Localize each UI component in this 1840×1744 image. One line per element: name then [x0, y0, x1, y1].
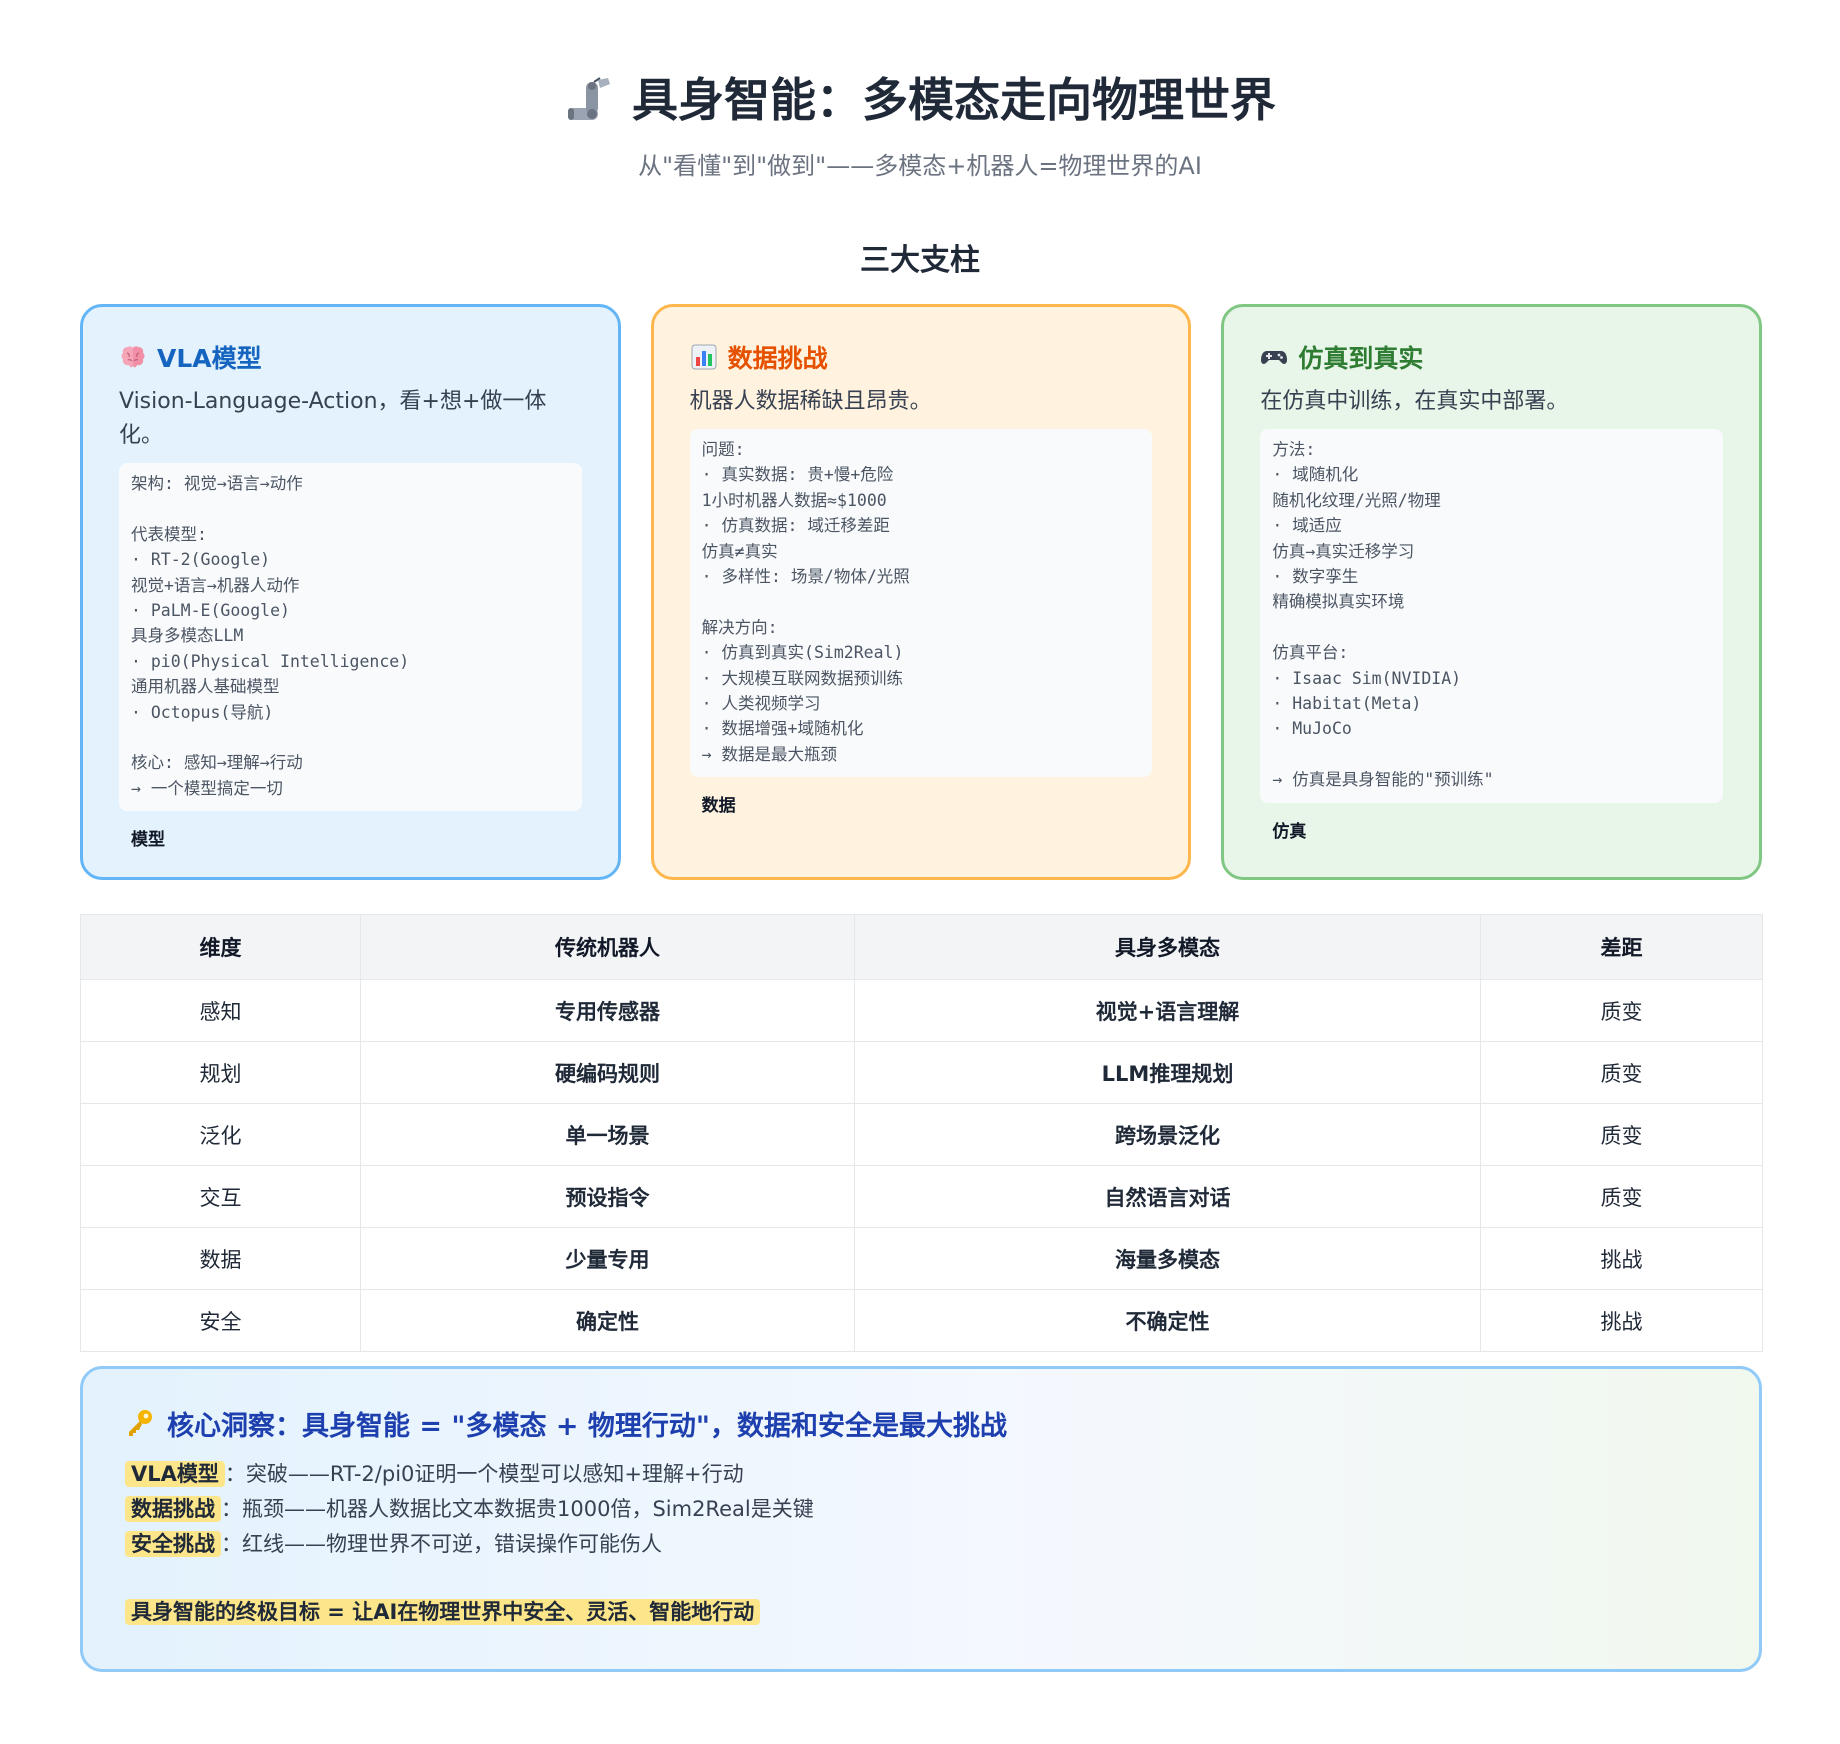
cell-gap: 质变 — [1480, 979, 1763, 1042]
cell-gap: 挑战 — [1480, 1227, 1763, 1290]
card-header: 数据挑战 — [690, 339, 1153, 375]
card-header: 仿真到真实 — [1260, 339, 1723, 375]
card-details: 问题: · 真实数据: 贵+慢+危险 1小时机器人数据≈$1000 · 仿真数据… — [689, 429, 1153, 778]
page-title: 具身智能：多模态走向物理世界 — [564, 68, 1276, 132]
goal-highlight: 具身智能的终极目标 = 让AI在物理世界中安全、灵活、智能地行动 — [125, 1599, 761, 1625]
cell-embodied: 跨场景泛化 — [854, 1103, 1481, 1166]
insight-goal: 具身智能的终极目标 = 让AI在物理世界中安全、灵活、智能地行动 — [125, 1596, 1717, 1628]
insight-text: ：突破——RT-2/pi0证明一个模型可以感知+理解+行动 — [224, 1462, 744, 1486]
cell-traditional: 少量专用 — [360, 1227, 855, 1290]
insight-label: 数据挑战 — [125, 1496, 221, 1522]
cell-gap: 挑战 — [1480, 1289, 1763, 1352]
column-header: 传统机器人 — [360, 914, 855, 980]
insight-header: 核心洞察：具身智能 = "多模态 + 物理行动"，数据和安全是最大挑战 — [125, 1403, 1717, 1443]
cell-embodied: 海量多模态 — [854, 1227, 1481, 1290]
page-subtitle: 从"看懂"到"做到"——多模态+机器人=物理世界的AI — [638, 152, 1202, 180]
card-tag: 仿真 — [1272, 821, 1307, 842]
insight-item: VLA模型 ：突破——RT-2/pi0证明一个模型可以感知+理解+行动 — [125, 1457, 1717, 1492]
table-row: 泛化 单一场景 跨场景泛化 质变 — [80, 1103, 1763, 1166]
cell-dimension: 数据 — [80, 1227, 361, 1290]
card-data-challenge: 数据挑战 机器人数据稀缺且昂贵。 问题: · 真实数据: 贵+慢+危险 1小时机… — [650, 304, 1192, 880]
insight-box: 核心洞察：具身智能 = "多模态 + 物理行动"，数据和安全是最大挑战 VLA模… — [80, 1366, 1762, 1672]
cell-traditional: 单一场景 — [360, 1103, 855, 1166]
cell-dimension: 规划 — [80, 1041, 361, 1104]
card-sim-to-real: 仿真到真实 在仿真中训练，在真实中部署。 方法: · 域随机化 随机化纹理/光照… — [1221, 304, 1763, 880]
card-details: 方法: · 域随机化 随机化纹理/光照/物理 · 域适应 仿真→真实迁移学习 ·… — [1260, 429, 1724, 803]
table-row: 安全 确定性 不确定性 挑战 — [80, 1289, 1763, 1352]
table-row: 数据 少量专用 海量多模态 挑战 — [80, 1227, 1763, 1290]
insight-label: 安全挑战 — [125, 1531, 221, 1557]
cell-traditional: 硬编码规则 — [360, 1041, 855, 1104]
key-icon — [129, 1410, 152, 1436]
bar-chart-icon — [691, 344, 717, 370]
cell-dimension: 感知 — [80, 979, 361, 1042]
insight-item: 数据挑战 ：瓶颈——机器人数据比文本数据贵1000倍，Sim2Real是关键 — [125, 1492, 1717, 1527]
card-tag: 数据 — [701, 796, 736, 817]
card-title: VLA模型 — [157, 344, 262, 373]
insight-title: 核心洞察：具身智能 = "多模态 + 物理行动"，数据和安全是最大挑战 — [167, 1410, 1007, 1442]
insight-text: ：红线——物理世界不可逆，错误操作可能伤人 — [221, 1532, 662, 1556]
pillar-cards: VLA模型 Vision-Language-Action，看+想+做一体化。 架… — [80, 304, 1763, 880]
insight-text: ：瓶颈——机器人数据比文本数据贵1000倍，Sim2Real是关键 — [221, 1497, 814, 1521]
cell-traditional: 预设指令 — [360, 1165, 855, 1228]
cell-embodied: 不确定性 — [854, 1289, 1481, 1352]
card-description: Vision-Language-Action，看+想+做一体化。 — [119, 389, 547, 448]
card-vla-model: VLA模型 Vision-Language-Action，看+想+做一体化。 架… — [80, 304, 621, 880]
gamepad-icon — [1261, 351, 1288, 364]
table-row: 交互 预设指令 自然语言对话 质变 — [80, 1165, 1763, 1228]
comparison-table: 维度 传统机器人 具身多模态 差距 感知 专用传感器 视觉+语言理解 质变 规划… — [80, 914, 1763, 1352]
table-row: 感知 专用传感器 视觉+语言理解 质变 — [80, 979, 1763, 1042]
insight-list: VLA模型 ：突破——RT-2/pi0证明一个模型可以感知+理解+行动 数据挑战：… — [125, 1457, 1717, 1562]
cell-embodied: 自然语言对话 — [854, 1165, 1481, 1228]
header: 具身智能：多模态走向物理世界 从"看懂"到"做到"——多模态+机器人=物理世界的… — [0, 0, 1840, 181]
cell-dimension: 泛化 — [80, 1103, 361, 1166]
insight-item: 安全挑战 ：红线——物理世界不可逆，错误操作可能伤人 — [125, 1527, 1717, 1562]
card-description: 机器人数据稀缺且昂贵。 — [689, 389, 932, 414]
cell-traditional: 专用传感器 — [360, 979, 855, 1042]
mechanical-arm-icon — [568, 77, 610, 120]
cell-gap: 质变 — [1480, 1165, 1763, 1228]
insight-label: VLA模型 — [125, 1461, 225, 1487]
card-details: 架构: 视觉→语言→动作 代表模型: · RT-2(Google) 视觉+语言→… — [119, 463, 582, 812]
card-title: 仿真到真实 — [1298, 344, 1424, 373]
card-header: VLA模型 — [119, 339, 582, 375]
cell-gap: 质变 — [1480, 1041, 1763, 1104]
column-header: 维度 — [80, 914, 361, 980]
cell-traditional: 确定性 — [360, 1289, 855, 1352]
cell-dimension: 交互 — [80, 1165, 361, 1228]
page: 具身智能：多模态走向物理世界 从"看懂"到"做到"——多模态+机器人=物理世界的… — [0, 0, 1840, 1744]
column-header: 具身多模态 — [854, 914, 1481, 980]
cell-dimension: 安全 — [80, 1289, 361, 1352]
column-header: 差距 — [1480, 914, 1763, 980]
table-header-row: 维度 传统机器人 具身多模态 差距 — [80, 914, 1763, 980]
cell-embodied: LLM推理规划 — [854, 1041, 1481, 1104]
cell-embodied: 视觉+语言理解 — [854, 979, 1481, 1042]
card-title: 数据挑战 — [727, 344, 828, 373]
section-title: 三大支柱 — [860, 243, 980, 278]
brain-icon — [121, 346, 145, 368]
cell-gap: 质变 — [1480, 1103, 1763, 1166]
card-description: 在仿真中训练，在真实中部署。 — [1260, 389, 1569, 414]
page-title-text: 具身智能：多模态走向物理世界 — [632, 73, 1276, 127]
table-row: 规划 硬编码规则 LLM推理规划 质变 — [80, 1041, 1763, 1104]
card-tag: 模型 — [131, 830, 165, 851]
